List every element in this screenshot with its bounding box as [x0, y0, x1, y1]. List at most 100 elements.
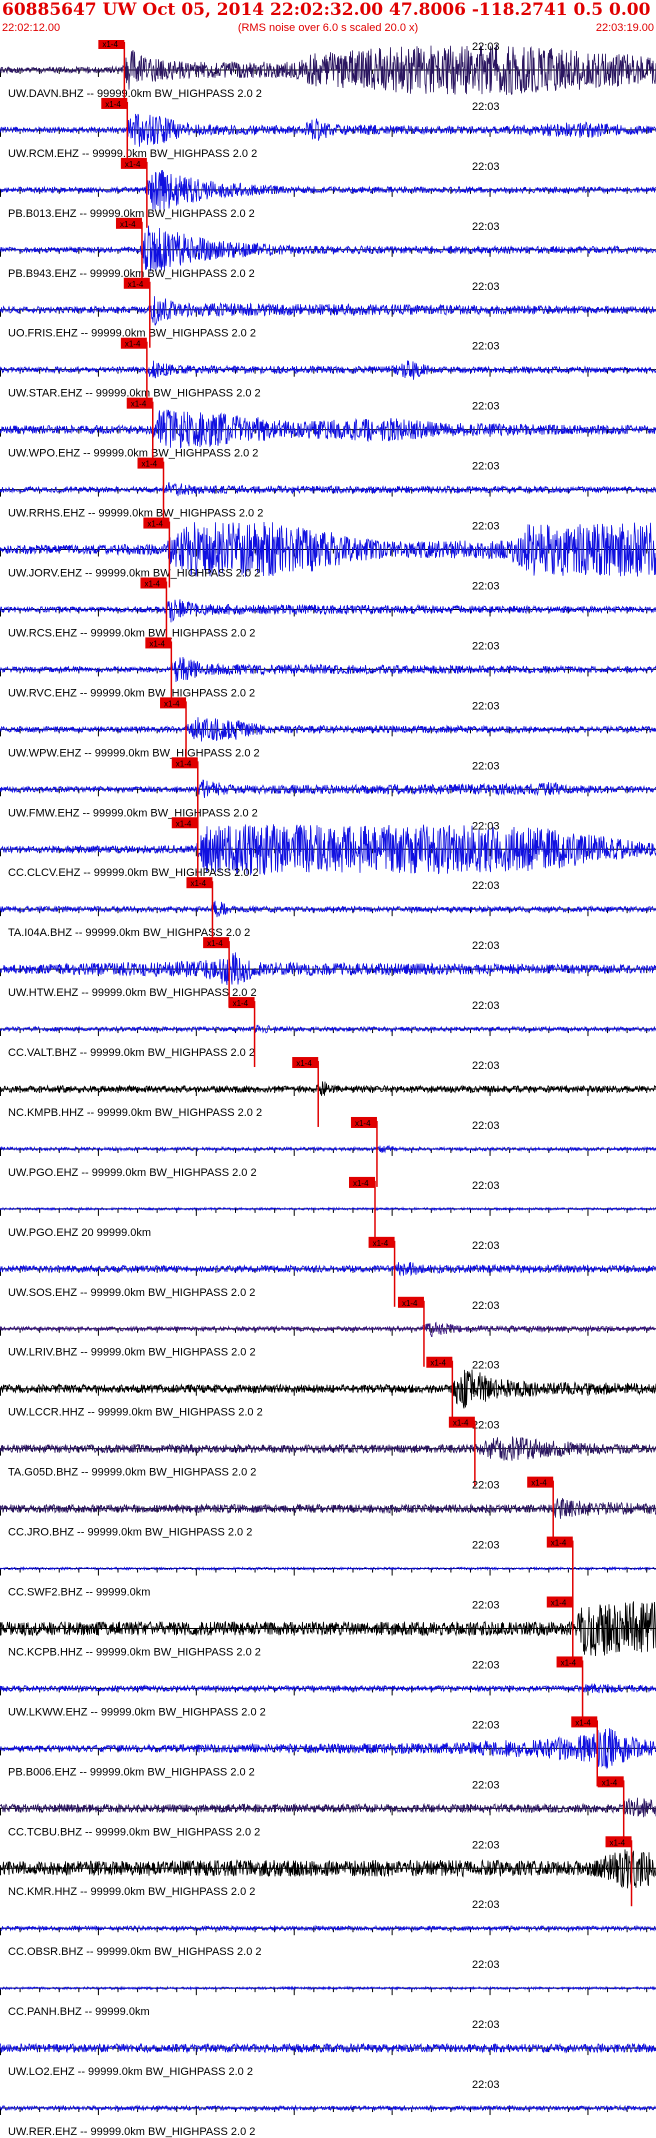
station-label: CC.JRO.BHZ -- 99999.0km BW_HIGHPASS 2.0 …	[8, 1527, 252, 1539]
station-label: PB.B006.EHZ -- 99999.0km BW_HIGHPASS 2.0…	[8, 1766, 255, 1778]
minute-tick-label: 22:03	[472, 1719, 500, 1731]
minute-tick-label: 22:03	[472, 521, 500, 533]
minute-tick-label: 22:03	[472, 1000, 500, 1012]
pick-label: x1-4	[430, 1359, 446, 1368]
trace: 22:03 CC.CLCV.EHZ -- 99999.0km BW_HIGHPAS…	[0, 817, 656, 888]
trace: 22:03 CC.TCBU.BHZ -- 99999.0km BW_HIGHPAS…	[0, 1776, 656, 1847]
trace: 22:03 UW.FMW.EHZ -- 99999.0km BW_HIGHPASS…	[0, 757, 656, 828]
minute-tick-label: 22:03	[472, 1480, 500, 1492]
pick-label: x1-4	[128, 280, 144, 289]
pick-label: x1-4	[575, 1718, 591, 1727]
pick-label: x1-4	[453, 1419, 469, 1428]
minute-tick-label: 22:03	[472, 341, 500, 353]
minute-tick-label: 22:03	[472, 1540, 500, 1552]
minute-tick-label: 22:03	[472, 1600, 500, 1612]
station-label: CC.SWF2.BHZ -- 99999.0km	[8, 1587, 150, 1599]
pick-label: x1-4	[561, 1658, 577, 1667]
trace: 22:03 UW.RCS.EHZ -- 99999.0km BW_HIGHPASS…	[0, 577, 656, 648]
minute-tick-label: 22:03	[472, 161, 500, 173]
minute-tick-label: 22:03	[472, 41, 500, 53]
seismogram-chart: 22:03 UW.DAVN.BHZ -- 99999.0km BW_HIGHPAS…	[0, 40, 656, 2138]
trace: 22:03 NC.KMR.HHZ -- 99999.0km BW_HIGHPASS…	[0, 1836, 656, 1907]
event-title: 60885647 UW Oct 05, 2014 22:02:32.00 47.…	[2, 0, 656, 20]
station-label: NC.KMPB.HHZ -- 99999.0km BW_HIGHPASS 2.0…	[8, 1107, 262, 1119]
trace: 22:03 UW.RER.EHZ -- 99999.0km BW_HIGHPASS…	[0, 2079, 656, 2138]
waveform-line	[0, 409, 656, 449]
station-label: UW.FMW.EHZ -- 99999.0km BW_HIGHPASS 2.0 …	[8, 807, 258, 819]
pick-label: x1-4	[551, 1539, 567, 1548]
trace: 22:03 UW.RVC.EHZ -- 99999.0km BW_HIGHPASS…	[0, 637, 656, 708]
minute-tick-label: 22:03	[472, 1240, 500, 1252]
minute-tick-label: 22:03	[472, 101, 500, 113]
trace: 22:03TA.I04A.BHZ -- 99999.0km BW_HIGHPAS…	[0, 877, 656, 948]
minute-tick-label: 22:03	[472, 760, 500, 772]
minute-tick-label: 22:03	[472, 1060, 500, 1072]
pick-label: x1-4	[105, 100, 121, 109]
station-label: UW.WPW.EHZ -- 99999.0km BW_HIGHPASS 2.0 …	[8, 747, 260, 759]
trace: 22:03PB.B943.EHZ -- 99999.0km BW_HIGHPAS…	[0, 217, 656, 288]
pick-label: x1-4	[176, 819, 192, 828]
minute-tick-label: 22:03	[472, 640, 500, 652]
pick-label: x1-4	[125, 340, 141, 349]
pick-label: x1-4	[551, 1599, 567, 1608]
minute-tick-label: 22:03	[472, 461, 500, 473]
minute-tick-label: 22:03	[472, 401, 500, 413]
station-label: UW.SOS.EHZ -- 99999.0km BW_HIGHPASS 2.0 …	[8, 1287, 255, 1299]
waveform-line	[0, 1206, 656, 1212]
station-label: UW.LO2.EHZ -- 99999.0km BW_HIGHPASS 2.0 …	[8, 2066, 253, 2078]
station-label: UW.RCS.EHZ -- 99999.0km BW_HIGHPASS 2.0 …	[8, 627, 255, 639]
minute-tick-label: 22:03	[472, 2019, 500, 2031]
pick-label: x1-4	[125, 160, 141, 169]
seismogram-page: 60885647 UW Oct 05, 2014 22:02:32.00 47.…	[0, 0, 656, 2138]
station-label: NC.KMR.HHZ -- 99999.0km BW_HIGHPASS 2.0 …	[8, 1886, 255, 1898]
trace: 22:03 PB.B006.EHZ -- 99999.0km BW_HIGHPAS…	[0, 1716, 656, 1787]
station-label: CC.PANH.BHZ -- 99999.0km	[8, 2006, 150, 2018]
pick-label: x1-4	[164, 699, 180, 708]
minute-tick-label: 22:03	[472, 1420, 500, 1432]
pick-label: x1-4	[373, 1239, 389, 1248]
pick-label: x1-4	[531, 1479, 547, 1488]
pick-label: x1-4	[142, 460, 158, 469]
minute-tick-label: 22:03	[472, 1120, 500, 1132]
pick-label: x1-4	[353, 1179, 369, 1188]
minute-tick-label: 22:03	[472, 221, 500, 233]
end-time: 22:03:19.00	[595, 22, 654, 34]
pick-label: x1-4	[355, 1119, 371, 1128]
trace: 22:03 CC.JRO.BHZ -- 99999.0km BW_HIGHPASS…	[0, 1476, 656, 1547]
trace: 22:03 UW.HTW.EHZ -- 99999.0km BW_HIGHPASS…	[0, 937, 656, 1008]
trace: 22:03 CC.OBSR.BHZ -- 99999.0km BW_HIGHPAS…	[0, 1899, 656, 1958]
minute-tick-label: 22:03	[472, 1839, 500, 1851]
station-label: UW.LKWW.EHZ -- 99999.0km BW_HIGHPASS 2.0…	[8, 1706, 266, 1718]
minute-tick-label: 22:03	[472, 2079, 500, 2091]
trace: 22:03 CC.SWF2.BHZ -- 99999.0km x1-4	[0, 1536, 656, 1607]
station-label: UW.PGO.EHZ 20 99999.0km	[8, 1227, 151, 1239]
station-label: UW.RER.EHZ -- 99999.0km BW_HIGHPASS 2.0 …	[8, 2126, 255, 2138]
pick-label: x1-4	[207, 939, 223, 948]
pick-label: x1-4	[602, 1778, 618, 1787]
minute-tick-label: 22:03	[472, 880, 500, 892]
trace: 22:03UO.FRIS.EHZ -- 99999.0km BW_HIGHPAS…	[0, 277, 656, 348]
trace: 22:03 NC.KMPB.HHZ -- 99999.0km BW_HIGHPAS…	[0, 1057, 656, 1127]
header: 60885647 UW Oct 05, 2014 22:02:32.00 47.…	[0, 0, 656, 40]
trace: 22:03 NC.KCPB.HHZ -- 99999.0km BW_HIGHPAS…	[0, 1596, 656, 1667]
minute-tick-label: 22:03	[472, 700, 500, 712]
minute-tick-label: 22:03	[472, 820, 500, 832]
trace: 22:03 UW.SOS.EHZ -- 99999.0km BW_HIGHPASS…	[0, 1236, 656, 1307]
minute-tick-label: 22:03	[472, 1959, 500, 1971]
trace: 22:03UW.STAR.EHZ -- 99999.0km BW_HIGHPAS…	[0, 337, 656, 408]
pick-label: x1-4	[102, 40, 118, 49]
trace: 22:03UW.RCM.EHZ -- 99999.0km BW_HIGHPASS…	[0, 97, 656, 168]
minute-tick-label: 22:03	[472, 1779, 500, 1791]
trace: 22:03 UW.LCCR.HHZ -- 99999.0km BW_HIGHPAS…	[0, 1356, 656, 1427]
station-label: UW.LRIV.BHZ -- 99999.0km BW_HIGHPASS 2.0…	[8, 1347, 256, 1359]
station-label: UW.HTW.EHZ -- 99999.0km BW_HIGHPASS 2.0 …	[8, 987, 257, 999]
station-label: UW.JORV.EHZ -- 99999.0km BW_HIGHPASS 2.0…	[8, 567, 260, 579]
trace: 22:03PB.B013.EHZ -- 99999.0km BW_HIGHPAS…	[0, 157, 656, 228]
trace: 22:03 UW.WPO.EHZ -- 99999.0km BW_HIGHPASS…	[0, 397, 656, 468]
trace: 22:03 UW.LKWW.EHZ -- 99999.0km BW_HIGHPAS…	[0, 1656, 656, 1727]
pick-label: x1-4	[131, 400, 147, 409]
waveform-line	[0, 656, 656, 683]
minute-tick-label: 22:03	[472, 1899, 500, 1911]
waveform-line	[0, 1565, 656, 1572]
station-label: UW.LCCR.HHZ -- 99999.0km BW_HIGHPASS 2.0…	[8, 1407, 263, 1419]
